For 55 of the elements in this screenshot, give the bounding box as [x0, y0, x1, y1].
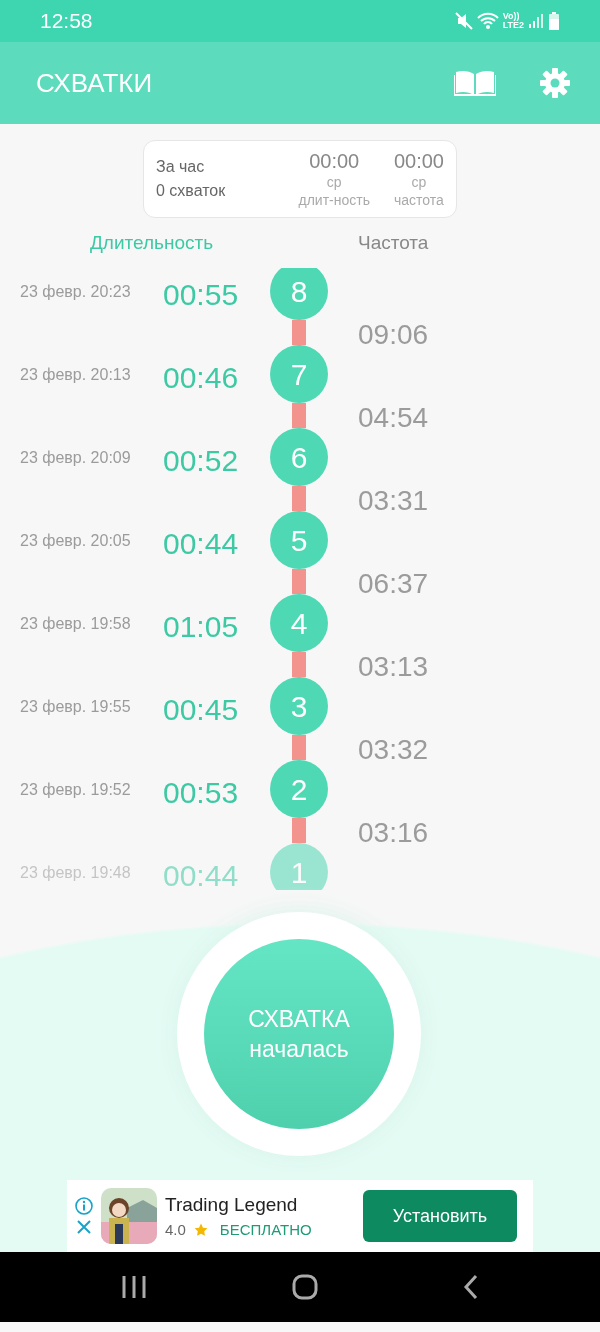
network-label: Vo)) LTE2 — [502, 12, 524, 30]
duration-value: 00:44 — [163, 858, 240, 890]
frequency-value: 04:54 — [358, 401, 430, 435]
install-button[interactable]: Установить — [363, 1190, 517, 1242]
contraction-number: 8 — [270, 268, 328, 320]
duration-value: 00:53 — [163, 775, 240, 811]
frequency-value: 03:31 — [358, 484, 430, 518]
duration-value: 01:05 — [163, 609, 240, 645]
frequency-value: 03:13 — [358, 650, 430, 684]
date-time: 23 февр. 20:05 — [19, 531, 132, 551]
date-time: 23 февр. 19:58 — [19, 614, 132, 634]
duration-value: 00:45 — [163, 692, 240, 728]
period-label: За час — [156, 157, 206, 177]
clock-time: 12:58 — [40, 8, 93, 35]
duration-value: 00:46 — [163, 360, 240, 396]
contraction-number: 2 — [270, 760, 328, 818]
frequency-value: 06:37 — [358, 567, 430, 601]
contraction-number: 4 — [270, 594, 328, 652]
frequency-header: Частота — [358, 230, 429, 255]
date-time: 23 февр. 19:52 — [19, 780, 132, 800]
stat-label: ср длит-ность — [298, 173, 370, 209]
duration-value: 00:52 — [163, 443, 240, 479]
duration-value: 00:55 — [163, 277, 240, 313]
stat-value: 00:00 — [309, 149, 360, 173]
stat-value: 00:00 — [393, 149, 444, 173]
price-label: БЕСПЛАТНО — [219, 1220, 312, 1240]
wifi-icon — [476, 12, 499, 30]
date-time: 23 февр. 19:55 — [19, 697, 132, 717]
book-icon[interactable] — [454, 69, 496, 97]
mute-icon — [454, 12, 473, 30]
back-icon[interactable] — [463, 1274, 480, 1300]
date-time: 23 февр. 20:23 — [19, 282, 132, 302]
frequency-value: 03:16 — [358, 816, 430, 850]
date-time: 23 февр. 20:09 — [19, 448, 132, 468]
stat-label: ср частота — [394, 173, 444, 209]
ad-title: Trading Legend — [165, 1192, 299, 1217]
contraction-number: 5 — [270, 511, 328, 569]
star-icon — [193, 1223, 208, 1238]
contraction-number: 6 — [270, 428, 328, 486]
close-icon[interactable] — [76, 1219, 92, 1235]
home-icon[interactable] — [292, 1274, 318, 1300]
frequency-value: 03:32 — [358, 733, 430, 767]
battery-icon — [548, 12, 560, 30]
recent-apps-icon[interactable] — [120, 1275, 147, 1299]
rating-value: 4.0 — [165, 1220, 186, 1240]
frequency-value: 09:06 — [358, 318, 430, 352]
contraction-number: 7 — [270, 345, 328, 403]
date-time: 23 февр. 20:13 — [19, 365, 132, 385]
signal-icon — [528, 13, 544, 29]
duration-value: 00:44 — [163, 526, 240, 562]
duration-header: Длительность — [90, 230, 214, 255]
contraction-number: 3 — [270, 677, 328, 735]
info-icon[interactable] — [75, 1197, 93, 1215]
contraction-count: 0 схваток — [156, 181, 226, 201]
app-title: СХВАТКИ — [36, 66, 153, 100]
